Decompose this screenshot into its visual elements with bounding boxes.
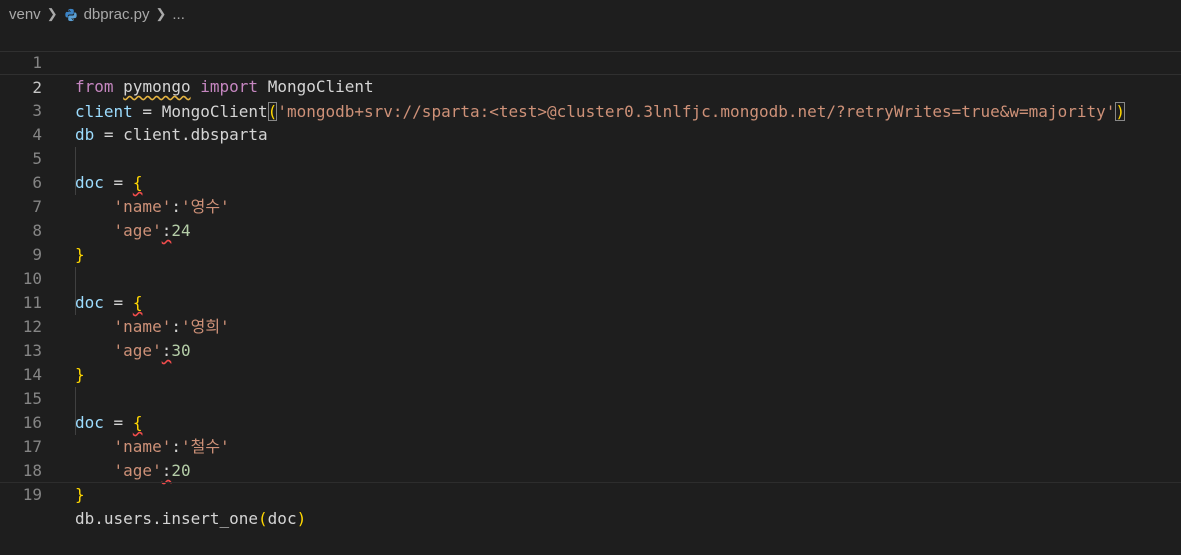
code-line[interactable]: 13 } <box>0 315 1181 384</box>
code-line[interactable]: 3 db = client.dbsparta <box>0 75 1181 144</box>
line-number: 19 <box>22 485 42 504</box>
code-editor[interactable]: 1 from pymongo import MongoClient 2 clie… <box>0 27 1181 528</box>
paren-open: ( <box>258 509 268 528</box>
method-insert-one: insert_one <box>161 509 259 528</box>
code-line[interactable]: 1 from pymongo import MongoClient <box>0 27 1181 96</box>
code-line[interactable]: 9 <box>0 219 1181 264</box>
code-line[interactable]: 11 'name':'영희' <box>0 267 1181 336</box>
argument-doc: doc <box>267 509 297 528</box>
code-line[interactable]: 14 <box>0 339 1181 384</box>
breadcrumb: venv ❯ dbprac.py ❯ ... <box>0 0 1181 28</box>
breadcrumb-file[interactable]: dbprac.py <box>84 6 150 23</box>
chevron-right-icon: ❯ <box>155 6 167 21</box>
paren-close: ) <box>296 509 307 528</box>
python-file-icon <box>64 8 77 22</box>
code-line[interactable]: 7 'age':24 <box>0 171 1181 240</box>
chevron-right-icon: ❯ <box>46 6 58 21</box>
breadcrumb-folder[interactable]: venv <box>9 6 41 23</box>
code-line[interactable]: 19 db.users.insert_one(doc) <box>0 459 1181 528</box>
code-line[interactable]: 17 'age':20 <box>0 411 1181 480</box>
code-line[interactable]: 18 } <box>0 435 1181 504</box>
code-line[interactable]: 4 <box>0 99 1181 144</box>
code-line[interactable]: 10 doc = { <box>0 243 1181 312</box>
code-line[interactable]: 6 'name':'영수' <box>0 147 1181 216</box>
code-line[interactable]: 16 'name':'철수' <box>0 387 1181 456</box>
code-line[interactable]: 5 doc = { <box>0 123 1181 192</box>
code-line[interactable]: 15 doc = { <box>0 363 1181 432</box>
code-line[interactable]: 8 } <box>0 195 1181 264</box>
editor-bottom-border <box>0 482 1181 483</box>
code-line-current[interactable]: 2 client = MongoClient('mongodb+srv://sp… <box>0 51 1181 121</box>
brace-close: } <box>75 485 85 504</box>
code-line[interactable]: 12 'age':30 <box>0 291 1181 360</box>
attribute-db-users: db.users. <box>75 509 162 528</box>
breadcrumb-symbols[interactable]: ... <box>172 6 185 23</box>
